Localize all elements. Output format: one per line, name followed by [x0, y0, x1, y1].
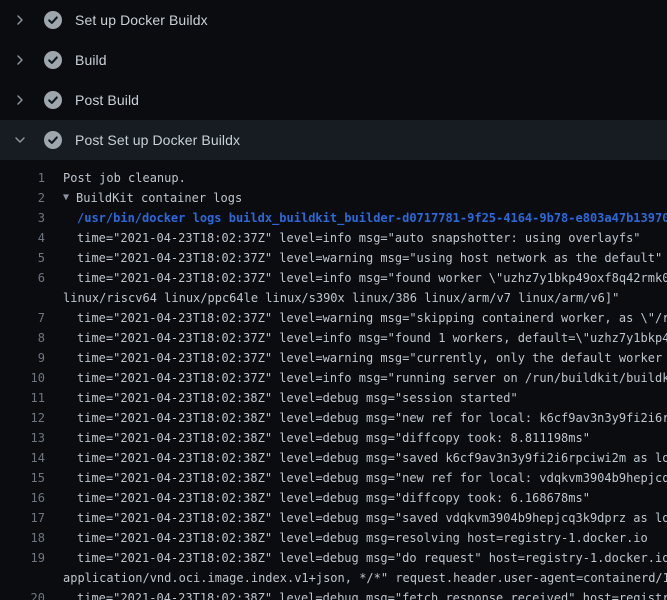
line-number[interactable]: 6: [0, 268, 45, 288]
log-line: 2 ▼ BuildKit container logs: [0, 188, 667, 208]
log-text: time="2021-04-23T18:02:37Z" level=warnin…: [77, 248, 662, 268]
log-text: time="2021-04-23T18:02:38Z" level=debug …: [77, 488, 590, 508]
step-header-build[interactable]: Build: [0, 40, 667, 80]
log-line: 7 time="2021-04-23T18:02:37Z" level=warni…: [0, 308, 667, 328]
step-label: Build: [75, 52, 107, 68]
line-number[interactable]: 12: [0, 408, 45, 428]
log-text: time="2021-04-23T18:02:38Z" level=debug …: [77, 468, 667, 488]
log-text: linux/riscv64 linux/ppc64le linux/s390x …: [63, 288, 619, 308]
success-check-icon: [44, 51, 62, 69]
log-text: time="2021-04-23T18:02:38Z" level=debug …: [77, 528, 648, 548]
line-number[interactable]: 14: [0, 448, 45, 468]
log-text: time="2021-04-23T18:02:37Z" level=warnin…: [77, 348, 667, 368]
log-line-continuation: linux/riscv64 linux/ppc64le linux/s390x …: [0, 288, 667, 308]
log-line: 13 time="2021-04-23T18:02:38Z" level=debu…: [0, 428, 667, 448]
log-command-text: /usr/bin/docker logs buildx_buildkit_bui…: [77, 208, 667, 228]
log-line: 16 time="2021-04-23T18:02:38Z" level=debu…: [0, 488, 667, 508]
line-number[interactable]: 15: [0, 468, 45, 488]
step-label: Set up Docker Buildx: [75, 12, 208, 28]
line-number[interactable]: 9: [0, 348, 45, 368]
success-check-icon: [44, 131, 62, 149]
log-line: 3/usr/bin/docker logs buildx_buildkit_bu…: [0, 208, 667, 228]
log-line: 9 time="2021-04-23T18:02:37Z" level=warni…: [0, 348, 667, 368]
log-line: 14 time="2021-04-23T18:02:38Z" level=debu…: [0, 448, 667, 468]
line-number[interactable]: 3: [0, 208, 45, 228]
group-collapse-triangle-icon[interactable]: ▼: [63, 188, 69, 208]
line-number[interactable]: 11: [0, 388, 45, 408]
log-text: time="2021-04-23T18:02:37Z" level=info m…: [77, 368, 667, 388]
success-check-icon: [44, 11, 62, 29]
log-text: time="2021-04-23T18:02:38Z" level=debug …: [77, 428, 590, 448]
log-line: 18 time="2021-04-23T18:02:38Z" level=debu…: [0, 528, 667, 548]
log-line: 1 Post job cleanup.: [0, 168, 667, 188]
step-header-set-up-docker-buildx[interactable]: Set up Docker Buildx: [0, 0, 667, 40]
log-viewer: 1 Post job cleanup. 2 ▼ BuildKit container l…: [0, 160, 667, 600]
log-line-continuation: application/vnd.oci.image.index.v1+json,…: [0, 568, 667, 588]
step-header-post-build[interactable]: Post Build: [0, 80, 667, 120]
log-text: time="2021-04-23T18:02:38Z" level=debug …: [77, 408, 667, 428]
log-line: 19 time="2021-04-23T18:02:38Z" level=debu…: [0, 548, 667, 568]
line-number[interactable]: 20: [0, 588, 45, 600]
log-line: 5 time="2021-04-23T18:02:37Z" level=warni…: [0, 248, 667, 268]
chevron-right-icon: [12, 12, 28, 28]
line-number[interactable]: 10: [0, 368, 45, 388]
log-line: 8 time="2021-04-23T18:02:37Z" level=info …: [0, 328, 667, 348]
log-text[interactable]: BuildKit container logs: [76, 188, 242, 208]
log-text: time="2021-04-23T18:02:38Z" level=debug …: [77, 448, 667, 468]
step-label: Post Set up Docker Buildx: [75, 132, 240, 148]
log-line: 4 time="2021-04-23T18:02:37Z" level=info …: [0, 228, 667, 248]
success-check-icon: [44, 91, 62, 109]
line-number: [0, 288, 45, 308]
line-number[interactable]: 1: [0, 168, 45, 188]
log-text: time="2021-04-23T18:02:37Z" level=info m…: [77, 328, 667, 348]
log-text: application/vnd.oci.image.index.v1+json,…: [63, 568, 667, 588]
log-text: time="2021-04-23T18:02:37Z" level=info m…: [77, 268, 667, 288]
line-number[interactable]: 17: [0, 508, 45, 528]
line-number[interactable]: 5: [0, 248, 45, 268]
log-text: time="2021-04-23T18:02:37Z" level=info m…: [77, 228, 641, 248]
log-line: 15 time="2021-04-23T18:02:38Z" level=debu…: [0, 468, 667, 488]
log-text: time="2021-04-23T18:02:38Z" level=debug …: [77, 508, 667, 528]
chevron-down-icon: [12, 132, 28, 148]
steps-list: Set up Docker Buildx Build Post Build Po…: [0, 0, 667, 160]
log-line: 20 time="2021-04-23T18:02:38Z" level=debu…: [0, 588, 667, 600]
log-line: 10 time="2021-04-23T18:02:37Z" level=info…: [0, 368, 667, 388]
chevron-right-icon: [12, 92, 28, 108]
chevron-right-icon: [12, 52, 28, 68]
log-text: time="2021-04-23T18:02:38Z" level=debug …: [77, 588, 667, 600]
log-line: 11 time="2021-04-23T18:02:38Z" level=debu…: [0, 388, 667, 408]
line-number[interactable]: 19: [0, 548, 45, 568]
log-line: 17 time="2021-04-23T18:02:38Z" level=debu…: [0, 508, 667, 528]
line-number[interactable]: 18: [0, 528, 45, 548]
line-number[interactable]: 16: [0, 488, 45, 508]
line-number[interactable]: 7: [0, 308, 45, 328]
line-number[interactable]: 13: [0, 428, 45, 448]
line-number: [0, 568, 45, 588]
line-number[interactable]: 4: [0, 228, 45, 248]
log-text: Post job cleanup.: [63, 168, 186, 188]
line-number[interactable]: 2: [0, 188, 45, 208]
line-number[interactable]: 8: [0, 328, 45, 348]
log-text: time="2021-04-23T18:02:37Z" level=warnin…: [77, 308, 667, 328]
log-text: time="2021-04-23T18:02:38Z" level=debug …: [77, 388, 518, 408]
step-header-post-set-up-docker-buildx[interactable]: Post Set up Docker Buildx: [0, 120, 667, 160]
log-line: 6 time="2021-04-23T18:02:37Z" level=info …: [0, 268, 667, 288]
log-text: time="2021-04-23T18:02:38Z" level=debug …: [77, 548, 667, 568]
step-label: Post Build: [75, 92, 139, 108]
log-line: 12 time="2021-04-23T18:02:38Z" level=debu…: [0, 408, 667, 428]
